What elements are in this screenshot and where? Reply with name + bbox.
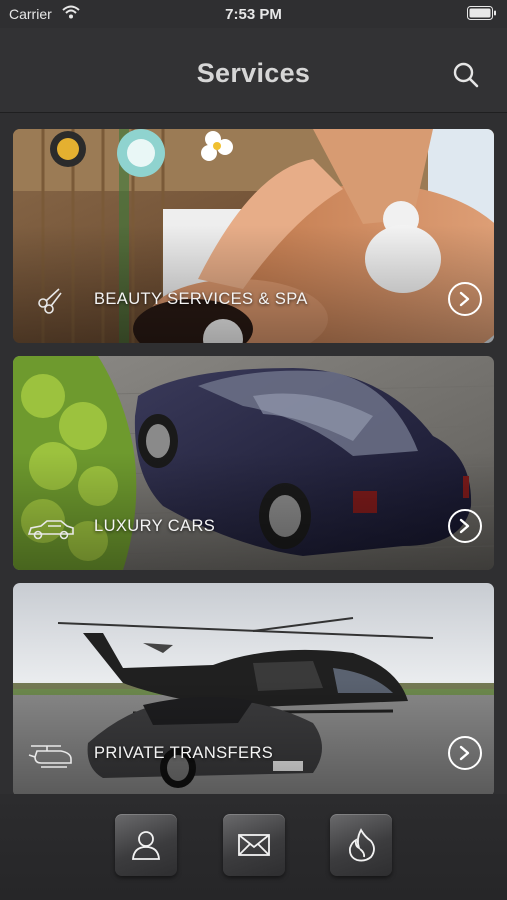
fire-tab-button[interactable] (330, 814, 392, 876)
chevron-right-icon[interactable] (448, 509, 482, 543)
profile-icon (132, 831, 160, 860)
service-label: BEAUTY SERVICES & SPA (94, 290, 308, 308)
card-shade (13, 129, 494, 343)
profile-tab-button[interactable] (115, 814, 177, 876)
service-card-beauty-spa[interactable]: BEAUTY SERVICES & SPA (13, 129, 494, 343)
chevron-right-icon[interactable] (448, 282, 482, 316)
spa-icon (27, 283, 75, 319)
page-title: Services (196, 58, 311, 88)
bottom-tab-bar (0, 794, 507, 900)
card-shade (13, 356, 494, 570)
mail-icon (238, 834, 270, 856)
service-card-luxury-cars[interactable]: LUXURY CARS (13, 356, 494, 570)
status-bar: Carrier 7:53 PM (0, 0, 507, 28)
service-card-private-transfers[interactable]: PRIVATE TRANSFERS (13, 583, 494, 797)
fire-icon (348, 828, 375, 862)
service-label: LUXURY CARS (94, 517, 216, 535)
search-icon (453, 62, 479, 88)
mail-tab-button[interactable] (223, 814, 285, 876)
battery-icon (467, 6, 497, 25)
chevron-right-icon[interactable] (448, 736, 482, 770)
service-label: PRIVATE TRANSFERS (94, 744, 274, 762)
status-time: 7:53 PM (225, 6, 282, 23)
card-shade (13, 583, 494, 797)
helicopter-icon (27, 737, 75, 773)
car-icon (27, 510, 75, 546)
search-button[interactable] (451, 60, 481, 90)
navigation-bar: Services (0, 28, 507, 113)
